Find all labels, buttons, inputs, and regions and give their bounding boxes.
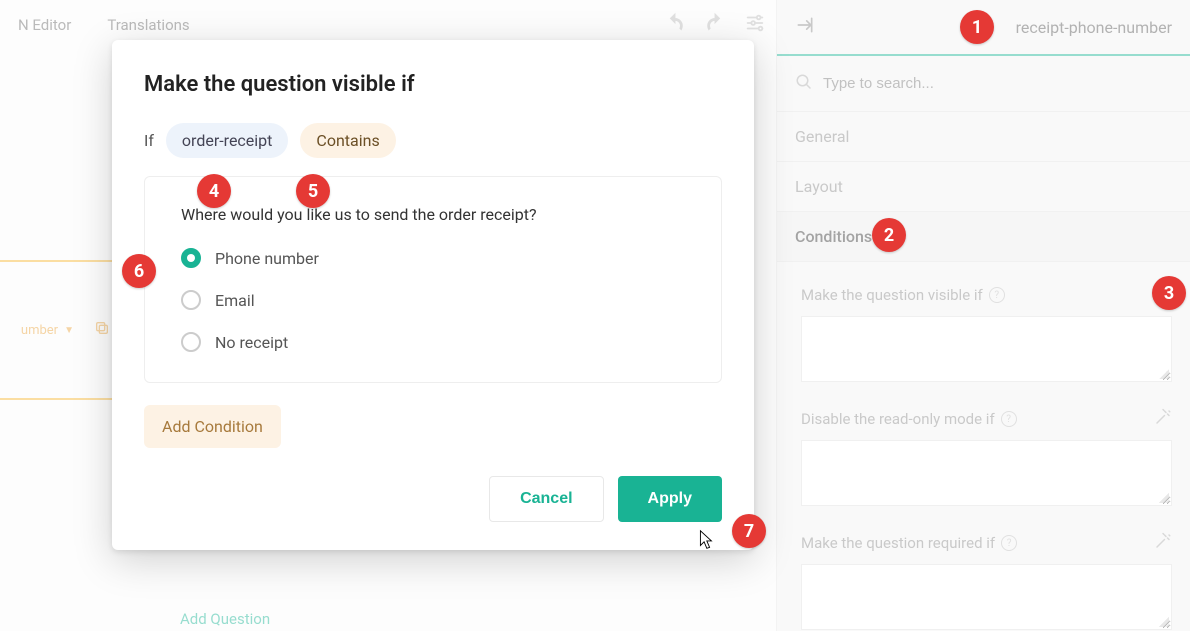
add-question-button[interactable]: Add Question xyxy=(180,610,270,628)
collapse-panel-icon[interactable] xyxy=(795,15,815,39)
redo-icon[interactable] xyxy=(704,12,726,38)
duplicate-icon[interactable] xyxy=(94,320,110,340)
cond-required-label: Make the question required if xyxy=(801,534,995,552)
help-icon[interactable]: ? xyxy=(1001,535,1017,551)
annotation-7: 7 xyxy=(732,514,766,548)
cond-visible-label: Make the question visible if xyxy=(801,286,983,304)
radio-icon xyxy=(181,248,201,268)
radio-icon xyxy=(181,332,201,352)
cond-required-textarea[interactable] xyxy=(801,564,1172,630)
annotation-2: 2 xyxy=(872,218,906,252)
chevron-down-icon[interactable]: ▼ xyxy=(64,325,74,336)
cond-visible-textarea[interactable] xyxy=(801,316,1172,382)
tab-json-editor[interactable]: N Editor xyxy=(0,0,89,50)
cond-readonly-textarea[interactable] xyxy=(801,440,1172,506)
options-card: Where would you like us to send the orde… xyxy=(144,176,722,383)
panel-title: receipt-phone-number xyxy=(1016,18,1172,37)
option-label: Phone number xyxy=(215,249,319,268)
option-label: Email xyxy=(215,291,255,310)
apply-button[interactable]: Apply xyxy=(618,476,722,522)
if-label: If xyxy=(144,131,154,150)
modal-title: Make the question visible if xyxy=(144,72,722,97)
right-panel: receipt-phone-number General Layout Cond… xyxy=(776,0,1190,631)
help-icon[interactable]: ? xyxy=(1001,411,1017,427)
option-email[interactable]: Email xyxy=(181,290,685,310)
radio-icon xyxy=(181,290,201,310)
annotation-3: 3 xyxy=(1152,276,1186,310)
option-phone[interactable]: Phone number xyxy=(181,248,685,268)
settings-icon[interactable] xyxy=(744,12,766,38)
options-card-title: Where would you like us to send the orde… xyxy=(181,205,685,224)
add-condition-button[interactable]: Add Condition xyxy=(144,405,281,448)
annotation-5: 5 xyxy=(296,174,330,208)
option-label: No receipt xyxy=(215,333,288,352)
question-name-fragment: umber xyxy=(21,323,58,338)
wand-icon[interactable] xyxy=(1154,532,1172,554)
condition-modal: Make the question visible if If order-re… xyxy=(112,40,754,550)
annotation-1: 1 xyxy=(960,10,994,44)
wand-icon[interactable] xyxy=(1154,408,1172,430)
search-icon xyxy=(795,73,813,95)
search-input[interactable] xyxy=(823,75,1172,92)
panel-tab-general[interactable]: General xyxy=(777,112,1190,162)
condition-operator-chip[interactable]: Contains xyxy=(300,123,395,158)
panel-tab-layout[interactable]: Layout xyxy=(777,162,1190,212)
help-icon[interactable]: ? xyxy=(989,287,1005,303)
option-no-receipt[interactable]: No receipt xyxy=(181,332,685,352)
annotation-6: 6 xyxy=(122,254,156,288)
annotation-4: 4 xyxy=(197,174,231,208)
condition-question-chip[interactable]: order-receipt xyxy=(166,123,288,158)
selected-question-fragment: umber ▼ xyxy=(0,260,120,400)
panel-tab-conditions[interactable]: Conditions xyxy=(777,212,1190,262)
undo-icon[interactable] xyxy=(664,12,686,38)
cancel-button[interactable]: Cancel xyxy=(489,476,603,522)
cond-readonly-label: Disable the read-only mode if xyxy=(801,410,995,428)
